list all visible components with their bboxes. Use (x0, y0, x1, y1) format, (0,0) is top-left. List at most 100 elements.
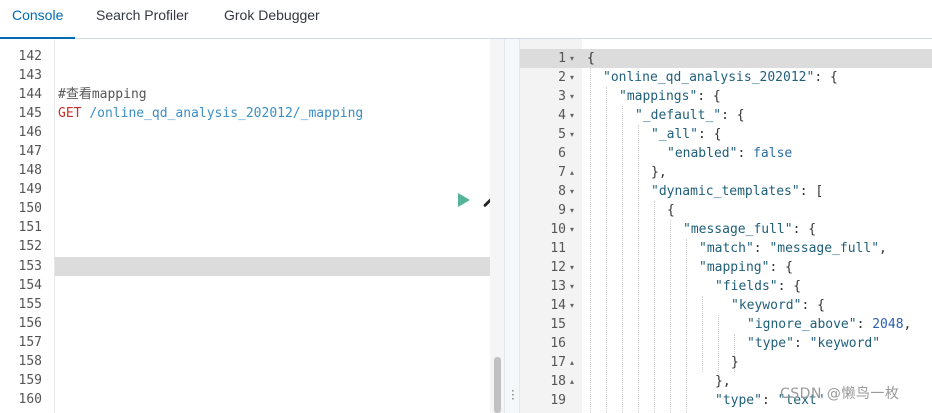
json-line: "type": "keyword" (747, 334, 880, 353)
play-icon[interactable] (458, 193, 470, 207)
json-punct: : (793, 336, 810, 351)
json-value: 2048 (872, 317, 904, 332)
line-number: 159 (18, 373, 42, 388)
tab-search-profiler[interactable]: Search Profiler (96, 0, 189, 38)
indent-guide (638, 125, 639, 413)
json-punct: : { (777, 279, 802, 294)
fold-toggle-icon[interactable]: ▾ (570, 182, 580, 201)
active-line-highlight (0, 257, 490, 276)
request-method: GET (58, 106, 82, 121)
json-punct: : { (801, 298, 825, 313)
json-value: false (753, 146, 793, 161)
json-key: "keyword" (731, 298, 802, 313)
line-number: 157 (18, 335, 42, 350)
json-line: "enabled": false (667, 144, 792, 163)
json-line: { (667, 203, 675, 218)
line-number: 16 (550, 336, 566, 351)
json-punct: , (879, 241, 887, 256)
line-number: 5 (558, 127, 566, 142)
request-gutter: 142 143 144 145 146 147 148 149 150 151 … (0, 39, 55, 413)
json-punct: : (753, 241, 770, 256)
line-number: 154 (18, 278, 42, 293)
json-key: "_all" (651, 127, 698, 142)
indent-guide (670, 220, 671, 413)
line-number: 149 (18, 182, 42, 197)
json-punct: : { (721, 108, 745, 123)
json-line: "mappings": { (619, 87, 721, 106)
json-key: "enabled" (667, 146, 738, 161)
json-line: "message_full": { (683, 220, 816, 239)
request-comment[interactable]: #查看mapping (58, 85, 147, 104)
line-number: 13 (550, 279, 566, 294)
indent-guide (702, 296, 703, 372)
fold-toggle-icon[interactable]: ▴ (570, 353, 580, 372)
response-viewer[interactable]: 1 2 3 4 5 6 7 8 9 10 11 12 13 14 15 16 1… (520, 39, 932, 413)
tab-grok-debugger[interactable]: Grok Debugger (224, 0, 320, 38)
pane-resizer[interactable]: · · · (504, 39, 520, 413)
line-number: 1 (558, 51, 566, 66)
line-number: 152 (18, 239, 42, 254)
json-key: "online_qd_analysis_202012" (603, 70, 815, 85)
line-number: 144 (18, 87, 42, 102)
request-scrollbar-thumb[interactable] (494, 357, 501, 413)
indent-guide (686, 239, 687, 413)
fold-toggle-icon[interactable]: ▾ (570, 220, 580, 239)
json-line: "_all": { (651, 125, 721, 144)
line-number: 143 (18, 68, 42, 83)
response-active-line (520, 49, 932, 68)
indent-guide (590, 68, 591, 413)
json-key: "mappings" (619, 89, 698, 104)
line-number: 146 (18, 125, 42, 140)
fold-toggle-icon[interactable]: ▾ (570, 106, 580, 125)
line-number: 7 (558, 165, 566, 180)
line-number: 145 (18, 106, 42, 121)
fold-toggle-icon[interactable]: ▾ (570, 258, 580, 277)
json-punct: : { (697, 89, 721, 104)
line-number: 6 (558, 146, 566, 161)
fold-toggle-icon[interactable]: ▾ (570, 277, 580, 296)
line-number: 19 (550, 393, 566, 408)
line-number: 150 (18, 201, 42, 216)
request-editor[interactable]: 142 143 144 145 146 147 148 149 150 151 … (0, 39, 504, 413)
fold-toggle-icon[interactable]: ▾ (570, 49, 580, 68)
line-number: 142 (18, 49, 42, 64)
line-number: 155 (18, 297, 42, 312)
drag-handle-icon: · · · (511, 384, 515, 406)
line-number: 8 (558, 184, 566, 199)
line-number: 18 (550, 374, 566, 389)
json-key: "_default_" (635, 108, 722, 123)
fold-toggle-icon[interactable]: ▾ (570, 201, 580, 220)
json-line: }, (651, 165, 667, 180)
json-punct: : { (792, 222, 817, 237)
json-punct: : { (814, 70, 838, 85)
line-number: 12 (550, 260, 566, 275)
line-number: 2 (558, 70, 566, 85)
line-number: 17 (550, 355, 566, 370)
request-line[interactable]: GET /online_qd_analysis_202012/_mapping (58, 104, 363, 123)
json-line: }, (715, 374, 731, 389)
json-punct: : { (697, 127, 722, 142)
line-number: 147 (18, 144, 42, 159)
indent-guide (654, 201, 655, 413)
json-line: "fields": { (715, 277, 801, 296)
json-line: } (731, 355, 739, 370)
json-line: "dynamic_templates": [ (651, 182, 823, 201)
json-key: "type" (715, 393, 762, 408)
json-line: "_default_": { (635, 106, 745, 125)
fold-toggle-icon[interactable]: ▾ (570, 125, 580, 144)
line-number: 9 (558, 203, 566, 218)
json-line: "ignore_above": 2048, (747, 315, 911, 334)
fold-toggle-icon[interactable]: ▾ (570, 296, 580, 315)
fold-toggle-icon[interactable]: ▾ (570, 87, 580, 106)
fold-toggle-icon[interactable]: ▴ (570, 372, 580, 391)
json-punct: : [ (799, 184, 824, 199)
fold-toggle-icon[interactable]: ▴ (570, 163, 580, 182)
fold-toggle-icon[interactable]: ▾ (570, 68, 580, 87)
json-key: "mapping" (699, 260, 770, 275)
line-number: 10 (550, 222, 566, 237)
json-value: "message_full" (769, 241, 880, 256)
request-path: /online_qd_analysis_202012/_mapping (89, 106, 364, 121)
tab-console[interactable]: Console (0, 0, 76, 39)
line-number: 14 (550, 298, 566, 313)
json-punct: : (737, 146, 754, 161)
